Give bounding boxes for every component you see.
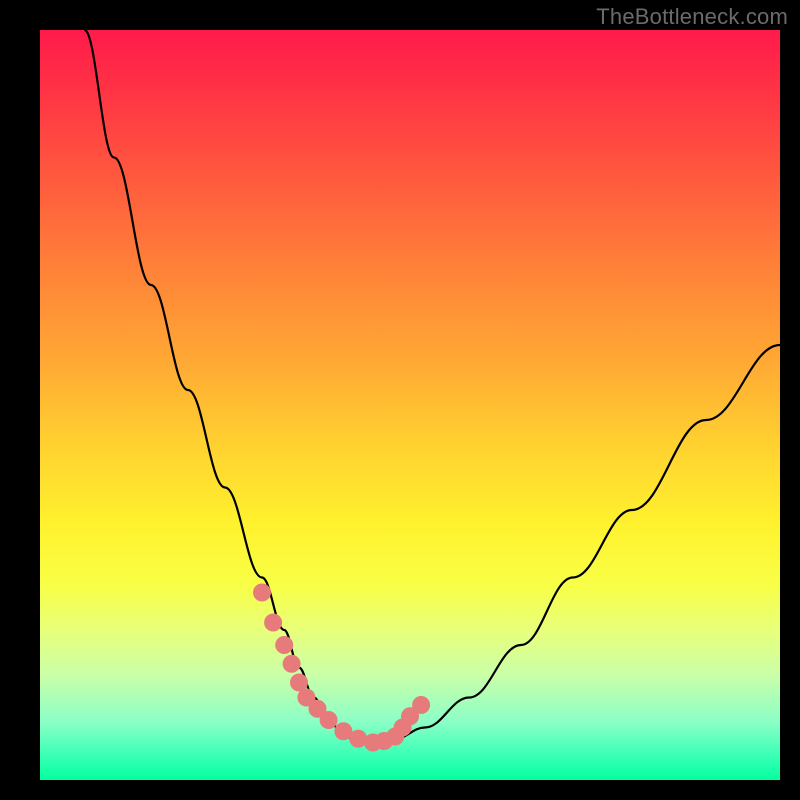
curve-layer xyxy=(0,0,800,800)
highlight-dot xyxy=(412,696,430,714)
bottleneck-curve xyxy=(84,30,780,743)
highlight-dot xyxy=(283,655,301,673)
highlight-dot xyxy=(264,614,282,632)
highlight-dot xyxy=(320,711,338,729)
highlight-dot xyxy=(275,636,293,654)
highlight-dot xyxy=(253,584,271,602)
chart-frame: TheBottleneck.com xyxy=(0,0,800,800)
